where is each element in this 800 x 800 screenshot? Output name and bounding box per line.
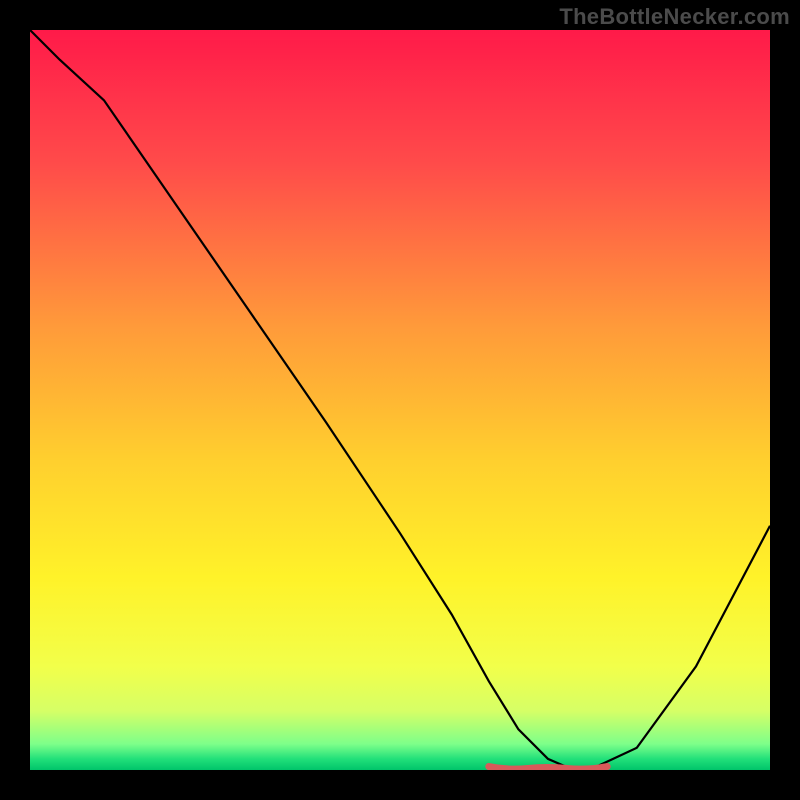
chart-stage: TheBottleNecker.com [0, 0, 800, 800]
gradient-background [30, 30, 770, 770]
watermark-text: TheBottleNecker.com [559, 4, 790, 30]
plot-svg [30, 30, 770, 770]
highlight-band [489, 767, 607, 770]
plot-area [30, 30, 770, 770]
